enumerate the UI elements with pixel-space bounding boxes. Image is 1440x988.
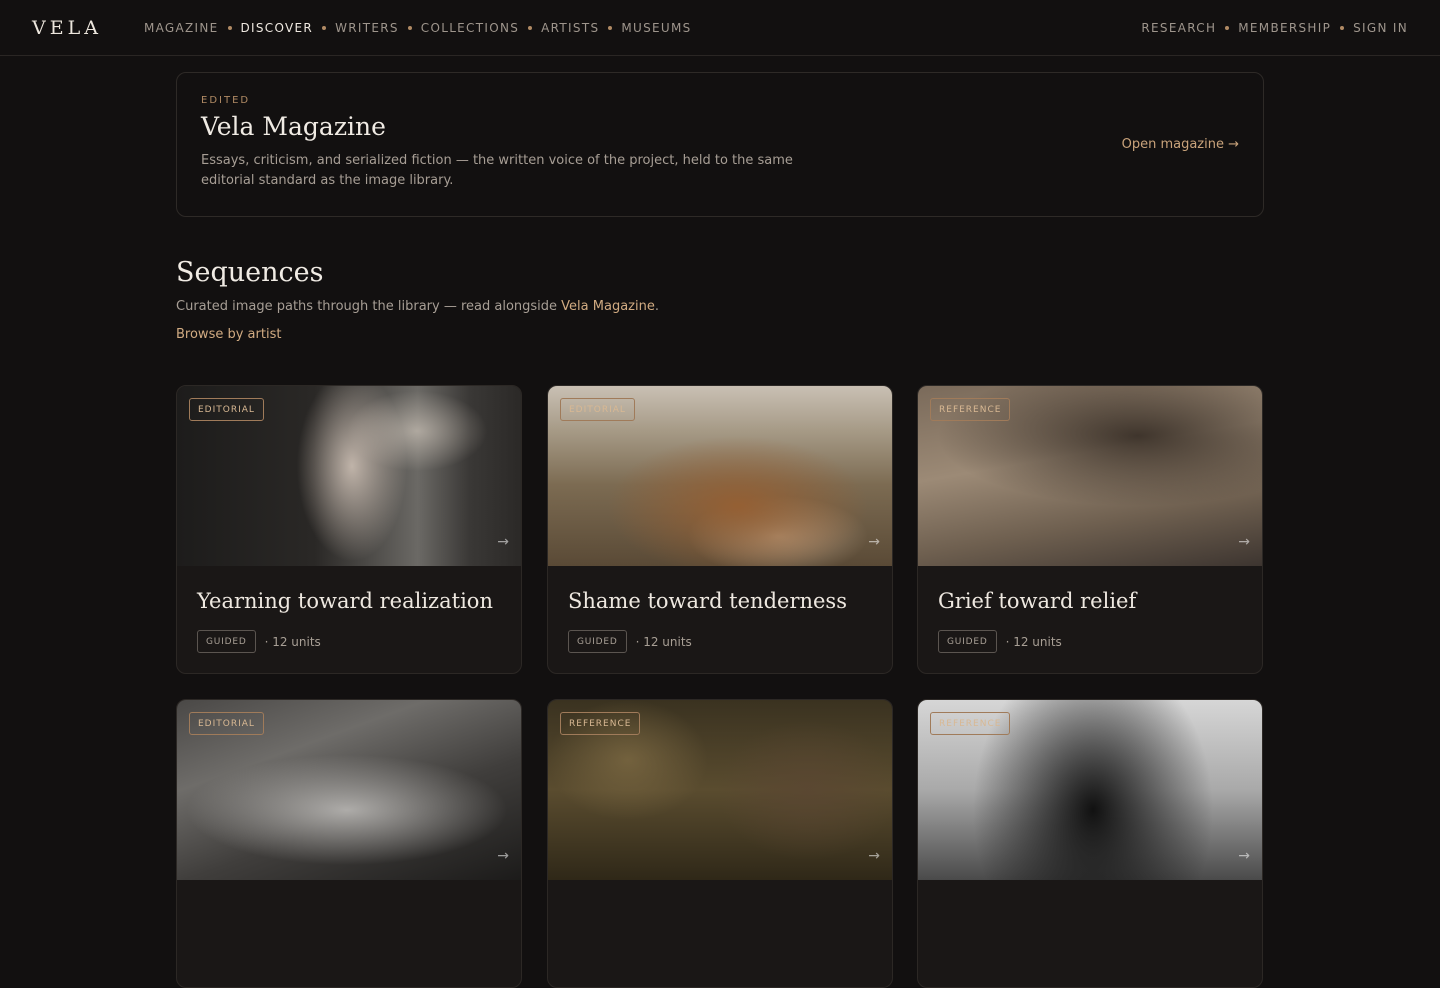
sequences-title: Sequences — [176, 257, 324, 288]
sequence-card[interactable]: REFERENCE → — [547, 699, 893, 988]
nav-separator — [407, 25, 412, 30]
card-badge: REFERENCE — [930, 712, 1011, 735]
card-meta: GUIDED · 12 units — [568, 630, 692, 653]
nav-magazine[interactable]: MAGAZINE — [144, 21, 219, 35]
arrow-right-icon: → — [1238, 534, 1250, 550]
top-nav: VELA MAGAZINE DISCOVER WRITERS COLLECTIO… — [0, 0, 1440, 56]
magazine-title: Vela Magazine — [201, 112, 386, 141]
card-title: Yearning toward realization — [197, 589, 493, 613]
card-meta: GUIDED · 12 units — [938, 630, 1062, 653]
guided-tag: GUIDED — [197, 630, 256, 653]
magazine-kicker: EDITED — [201, 95, 251, 106]
nav-artists[interactable]: ARTISTS — [541, 21, 599, 35]
magazine-description: Essays, criticism, and serialized fictio… — [201, 153, 793, 188]
guided-tag: GUIDED — [938, 630, 997, 653]
nav-museums[interactable]: MUSEUMS — [621, 21, 691, 35]
arrow-right-icon: → — [497, 534, 509, 550]
sequence-card[interactable]: EDITORIAL → — [176, 699, 522, 988]
sequences-subtitle-end: . — [654, 299, 659, 314]
card-badge: EDITORIAL — [189, 398, 264, 421]
units-count: · 12 units — [264, 634, 321, 649]
card-badge: REFERENCE — [560, 712, 641, 735]
sequences-subtitle: Curated image paths through the library … — [176, 299, 659, 314]
sequence-card[interactable]: REFERENCE → — [917, 699, 1263, 988]
card-title: Grief toward relief — [938, 589, 1137, 613]
browse-by-artist-link[interactable]: Browse by artist — [176, 327, 281, 342]
nav-separator — [528, 25, 533, 30]
nav-separator — [322, 25, 327, 30]
card-meta: GUIDED · 12 units — [197, 630, 321, 653]
nav-sign-in[interactable]: SIGN IN — [1353, 21, 1408, 35]
sequences-magazine-link[interactable]: Vela Magazine — [561, 299, 655, 314]
nav-primary: MAGAZINE DISCOVER WRITERS COLLECTIONS AR… — [144, 21, 692, 35]
card-badge: EDITORIAL — [189, 712, 264, 735]
units-count: · 12 units — [1005, 634, 1062, 649]
card-badge: REFERENCE — [930, 398, 1011, 421]
nav-separator — [1340, 25, 1345, 30]
sequence-card[interactable]: EDITORIAL → Shame toward tenderness GUID… — [547, 385, 893, 674]
logo[interactable]: VELA — [32, 17, 102, 39]
nav-writers[interactable]: WRITERS — [335, 21, 399, 35]
arrow-right-icon: → — [868, 534, 880, 550]
nav-membership[interactable]: MEMBERSHIP — [1238, 21, 1331, 35]
open-magazine-link[interactable]: Open magazine → — [1122, 137, 1239, 152]
nav-research[interactable]: RESEARCH — [1141, 21, 1216, 35]
nav-separator — [608, 25, 613, 30]
sequences-subtitle-text: Curated image paths through the library … — [176, 299, 562, 314]
nav-discover[interactable]: DISCOVER — [241, 21, 314, 35]
arrow-right-icon: → — [1238, 848, 1250, 864]
card-badge: EDITORIAL — [560, 398, 635, 421]
magazine-card: EDITED Vela Magazine Essays, criticism, … — [176, 72, 1264, 217]
units-count: · 12 units — [635, 634, 692, 649]
nav-separator — [227, 25, 232, 30]
sequence-card[interactable]: REFERENCE → Grief toward relief GUIDED ·… — [917, 385, 1263, 674]
arrow-right-icon: → — [497, 848, 509, 864]
sequence-card[interactable]: EDITORIAL → Yearning toward realization … — [176, 385, 522, 674]
card-title: Shame toward tenderness — [568, 589, 847, 613]
nav-secondary: RESEARCH MEMBERSHIP SIGN IN — [1141, 21, 1408, 35]
nav-collections[interactable]: COLLECTIONS — [421, 21, 519, 35]
arrow-right-icon: → — [868, 848, 880, 864]
guided-tag: GUIDED — [568, 630, 627, 653]
nav-separator — [1225, 25, 1230, 30]
